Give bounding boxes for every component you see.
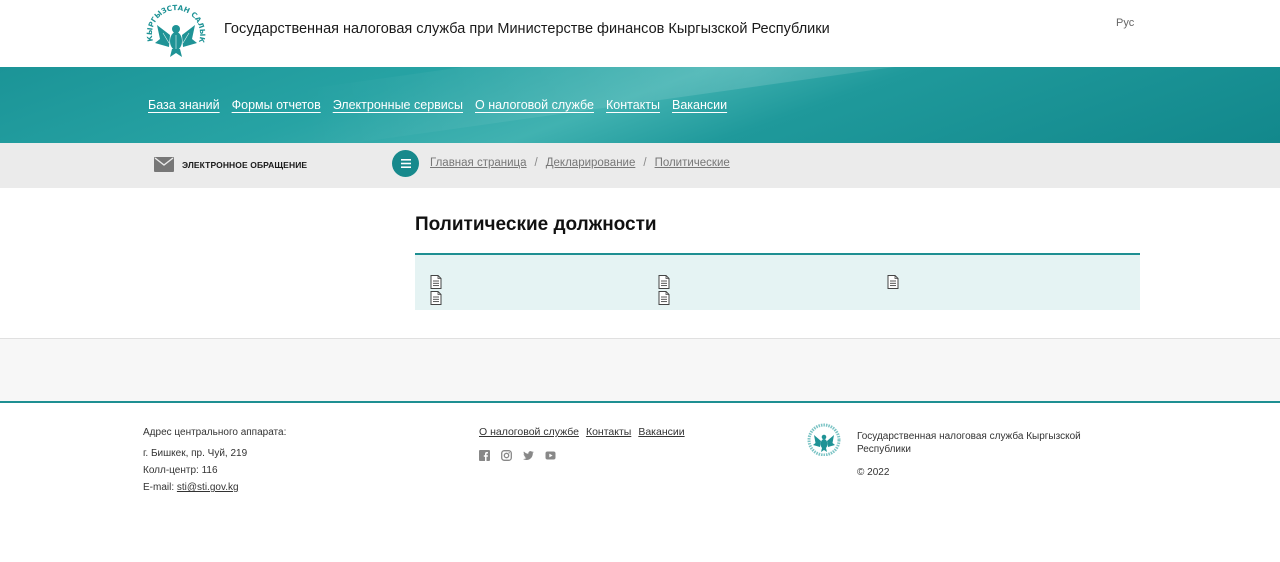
subheader-bar: ЭЛЕКТРОННОЕ ОБРАЩЕНИЕ Главная страница /… — [0, 143, 1280, 188]
email-line: E-mail: sti@sti.gov.kg — [143, 482, 239, 493]
page-title: Политические должности — [415, 214, 657, 235]
footer-links: О налоговой службе Контакты Вакансии — [479, 426, 685, 438]
breadcrumb-declaration[interactable]: Декларирование — [546, 157, 636, 169]
address-title: Адрес центрального аппарата: — [143, 427, 287, 438]
youtube-icon[interactable] — [545, 450, 556, 461]
nav-item-vacancies[interactable]: Вакансии — [672, 98, 727, 112]
site-header: КЫРГЫЗСТАН САЛЫК КЫЗМАТЫ Государственная… — [0, 0, 1280, 67]
breadcrumb: Главная страница / Декларирование / Поли… — [430, 157, 730, 169]
site-footer: Адрес центрального аппарата: г. Бишкек, … — [0, 403, 1280, 562]
breadcrumb-political[interactable]: Политические — [655, 157, 730, 169]
tax-service-logo[interactable]: КЫРГЫЗСТАН САЛЫК КЫЗМАТЫ — [143, 3, 209, 59]
nav-item-e-services[interactable]: Электронные сервисы — [333, 98, 463, 112]
copyright: © 2022 — [857, 467, 890, 478]
facebook-icon[interactable] — [479, 450, 490, 461]
documents-panel — [415, 253, 1140, 310]
document-icon[interactable] — [658, 291, 670, 305]
nav-item-knowledge-base[interactable]: База знаний — [148, 98, 220, 112]
footer-link-about[interactable]: О налоговой службе — [479, 426, 579, 438]
menu-button[interactable] — [392, 150, 419, 177]
nav-item-contacts[interactable]: Контакты — [606, 98, 660, 112]
footer-org-name: Государственная налоговая служба Кыргызс… — [857, 431, 1081, 455]
footer-link-contacts[interactable]: Контакты — [586, 426, 631, 438]
call-center-line: Колл-центр: 116 — [143, 465, 218, 476]
email-label: E-mail: — [143, 482, 177, 493]
instagram-icon[interactable] — [501, 450, 512, 461]
breadcrumb-separator: / — [534, 157, 538, 169]
document-icon[interactable] — [658, 275, 670, 289]
footer-link-vacancies[interactable]: Вакансии — [638, 426, 684, 438]
document-icon[interactable] — [430, 291, 442, 305]
e-appeal-link[interactable]: ЭЛЕКТРОННОЕ ОБРАЩЕНИЕ — [154, 157, 307, 172]
twitter-icon[interactable] — [523, 450, 534, 461]
hamburger-icon — [400, 159, 411, 168]
pre-footer-band — [0, 339, 1280, 401]
social-links — [479, 450, 556, 461]
e-appeal-label: ЭЛЕКТРОННОЕ ОБРАЩЕНИЕ — [182, 159, 308, 170]
main-nav-band: База знаний Формы отчетов Электронные се… — [0, 67, 1280, 143]
language-switch[interactable]: Рус — [1116, 17, 1134, 29]
address-line: г. Бишкек, пр. Чуй, 219 — [143, 448, 248, 459]
email-link[interactable]: sti@sti.gov.kg — [177, 482, 239, 493]
breadcrumb-separator: / — [643, 157, 647, 169]
envelope-icon — [154, 157, 174, 172]
footer-logo[interactable] — [806, 423, 842, 456]
main-nav: База знаний Формы отчетов Электронные се… — [148, 98, 727, 112]
nav-item-about[interactable]: О налоговой службе — [475, 98, 594, 112]
document-icon[interactable] — [887, 275, 899, 289]
document-icon[interactable] — [430, 275, 442, 289]
nav-item-report-forms[interactable]: Формы отчетов — [232, 98, 321, 112]
breadcrumb-home[interactable]: Главная страница — [430, 157, 527, 169]
site-title: Государственная налоговая служба при Мин… — [224, 21, 830, 37]
